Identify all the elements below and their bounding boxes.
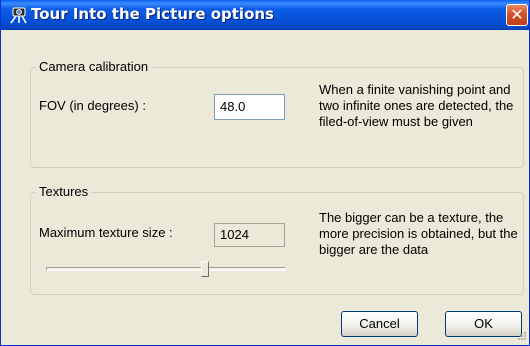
texture-size-slider-track[interactable] [46, 267, 286, 271]
close-icon: ✕ [510, 5, 524, 24]
close-button[interactable]: ✕ [506, 4, 528, 26]
cancel-button[interactable]: Cancel [341, 311, 418, 337]
camera-description: When a finite vanishing point and two in… [319, 82, 514, 129]
texture-size-slider-thumb[interactable] [201, 261, 210, 277]
camera-calibration-legend: Camera calibration [36, 59, 152, 74]
textures-description: The bigger can be a texture, the more pr… [319, 210, 518, 257]
max-texture-size-label: Maximum texture size : [39, 225, 173, 240]
textures-legend: Textures [36, 184, 92, 199]
camera-tripod-icon [10, 7, 27, 24]
ok-button[interactable]: OK [445, 311, 522, 337]
fov-label: FOV (in degrees) : [39, 98, 146, 113]
fov-input[interactable]: 48.0 [214, 94, 285, 120]
resize-grip-icon[interactable] [515, 331, 527, 343]
window-title: Tour Into the Picture options [31, 5, 274, 23]
options-dialog: Tour Into the Picture options ✕ Camera c… [0, 0, 530, 346]
title-bar[interactable]: Tour Into the Picture options ✕ [1, 0, 529, 30]
max-texture-size-value: 1024 [214, 223, 285, 247]
